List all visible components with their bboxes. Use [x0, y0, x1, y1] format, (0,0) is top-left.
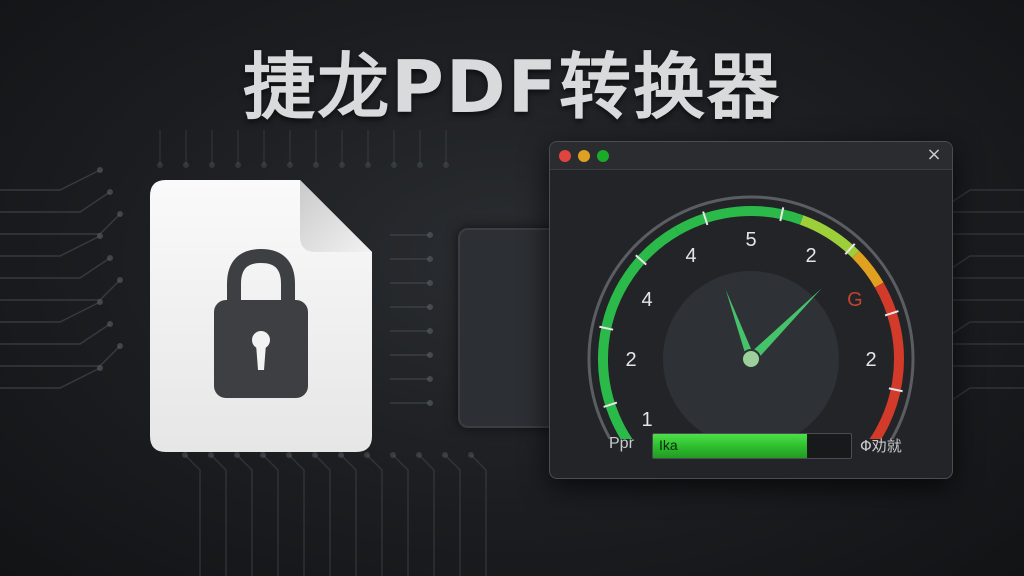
circuit-node [107, 321, 113, 327]
circuit-node [339, 162, 345, 168]
circuit-node [117, 211, 123, 217]
circuit-trace [0, 213, 121, 235]
circuit-trace [210, 454, 227, 576]
gauge-arc [598, 226, 680, 439]
circuit-trace [314, 454, 331, 576]
circuit-node [442, 452, 448, 458]
circuit-node [234, 452, 240, 458]
circuit-node [312, 452, 318, 458]
circuit-node [287, 162, 293, 168]
circuit-node [427, 352, 433, 358]
circuit-node [286, 452, 292, 458]
maximize-dot[interactable] [597, 150, 609, 162]
circuit-node [417, 162, 423, 168]
circuit-trace [0, 191, 111, 213]
circuit-node [157, 162, 163, 168]
circuit-node [427, 280, 433, 286]
circuit-node [427, 376, 433, 382]
circuit-node [235, 162, 241, 168]
locked-pdf-file-icon [150, 180, 372, 452]
circuit-node [443, 162, 449, 168]
window-titlebar: × [550, 142, 952, 170]
circuit-trace [262, 454, 279, 576]
minimize-dot[interactable] [578, 150, 590, 162]
circuit-trace [0, 235, 101, 257]
circuit-trace [0, 257, 111, 279]
app-title: 捷龙PDF转换器 [243, 45, 781, 129]
circuit-node [391, 162, 397, 168]
circuit-node [427, 304, 433, 310]
gauge-tick-label: 2 [805, 245, 816, 267]
gauge-tick-label: 4 [685, 245, 696, 267]
circuit-node [390, 452, 396, 458]
circuit-node [209, 162, 215, 168]
circuit-node [183, 162, 189, 168]
circuit-node [208, 452, 214, 458]
circuit-trace [288, 454, 305, 576]
circuit-node [260, 452, 266, 458]
circuit-node [97, 233, 103, 239]
gauge-tick-label: 5 [745, 229, 756, 251]
circuit-node [427, 256, 433, 262]
circuit-node [313, 162, 319, 168]
circuit-trace [470, 454, 487, 576]
circuit-trace [392, 454, 409, 576]
chip-decoration [458, 228, 558, 428]
circuit-trace [340, 454, 357, 576]
circuit-node [182, 452, 188, 458]
circuit-trace [236, 454, 253, 576]
circuit-trace [0, 279, 121, 301]
circuit-trace [0, 345, 121, 367]
circuit-node [365, 162, 371, 168]
circuit-trace [184, 454, 201, 576]
speed-gauge: 1124452G2 [587, 195, 915, 439]
circuit-trace [366, 454, 383, 576]
circuit-trace [0, 169, 101, 191]
progress-row: Ppr Ika Φ劝就 [550, 431, 952, 461]
close-dot[interactable] [559, 150, 571, 162]
progress-text: Ika [659, 437, 678, 453]
gauge-tick-label: G [847, 289, 863, 311]
gauge-tick-label: 2 [865, 349, 876, 371]
gauge-tick-label: 2 [625, 349, 636, 371]
circuit-node [427, 400, 433, 406]
circuit-trace [0, 367, 101, 389]
gauge-tick-label: 4 [642, 289, 653, 311]
circuit-node [364, 452, 370, 458]
converter-window: × 1124452G2 Ppr Ika Φ劝就 [549, 141, 953, 479]
progress-right-label: Φ劝就 [860, 437, 902, 455]
circuit-node [97, 365, 103, 371]
circuit-trace [0, 323, 111, 345]
gauge-arc [674, 206, 804, 236]
circuit-node [107, 189, 113, 195]
circuit-node [97, 299, 103, 305]
circuit-node [427, 328, 433, 334]
circuit-trace [444, 454, 461, 576]
progress-left-label: Ppr [609, 435, 634, 452]
circuit-node [338, 452, 344, 458]
circuit-node [261, 162, 267, 168]
gauge-tick-label: 1 [642, 409, 653, 431]
close-icon[interactable]: × [924, 145, 944, 165]
circuit-node [117, 277, 123, 283]
circuit-node [468, 452, 474, 458]
gauge-hub [741, 349, 761, 369]
circuit-trace [418, 454, 435, 576]
gauge-arc [852, 250, 884, 288]
circuit-node [107, 255, 113, 261]
circuit-node [416, 452, 422, 458]
circuit-node [117, 343, 123, 349]
circuit-node [427, 232, 433, 238]
circuit-trace [0, 301, 101, 323]
circuit-node [97, 167, 103, 173]
progress-bar: Ika [652, 433, 852, 459]
